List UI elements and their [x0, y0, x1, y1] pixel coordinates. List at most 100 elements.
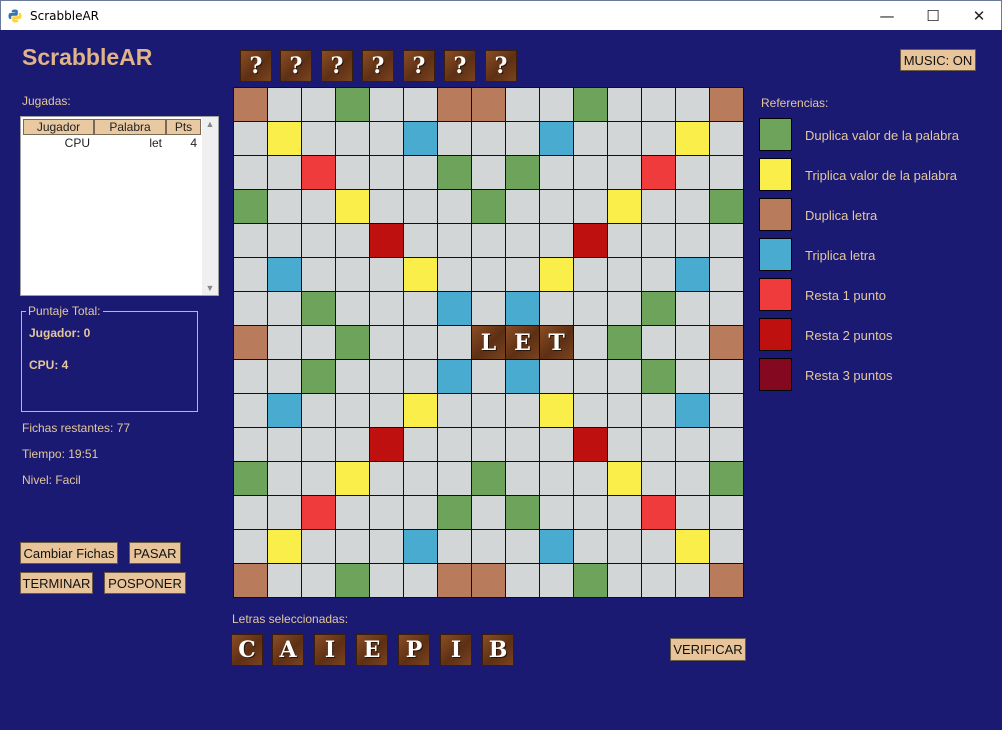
- board-cell[interactable]: [268, 326, 301, 359]
- board-cell[interactable]: [608, 88, 641, 121]
- board-cell[interactable]: [608, 428, 641, 461]
- board-cell[interactable]: [710, 360, 743, 393]
- board-cell[interactable]: [574, 190, 607, 223]
- board-cell[interactable]: [370, 190, 403, 223]
- board-cell[interactable]: [574, 530, 607, 563]
- board-cell[interactable]: [710, 428, 743, 461]
- board-cell[interactable]: [370, 530, 403, 563]
- board-cell[interactable]: [540, 292, 573, 325]
- board-cell[interactable]: [540, 564, 573, 597]
- board-cell[interactable]: [574, 156, 607, 189]
- double-letter-cell[interactable]: [234, 564, 267, 597]
- board-cell[interactable]: [438, 258, 471, 291]
- triple-word-cell[interactable]: [540, 258, 573, 291]
- board-cell[interactable]: [404, 360, 437, 393]
- triple-word-cell[interactable]: [608, 190, 641, 223]
- board-cell[interactable]: [642, 190, 675, 223]
- board-cell[interactable]: [438, 326, 471, 359]
- board-cell[interactable]: [370, 326, 403, 359]
- board-cell[interactable]: [302, 88, 335, 121]
- board-cell[interactable]: [608, 224, 641, 257]
- board-cell[interactable]: [302, 462, 335, 495]
- board-cell[interactable]: [268, 496, 301, 529]
- board-cell[interactable]: [676, 360, 709, 393]
- board-cell[interactable]: [370, 564, 403, 597]
- board-cell[interactable]: [336, 292, 369, 325]
- board-cell[interactable]: [438, 462, 471, 495]
- board-cell[interactable]: [302, 564, 335, 597]
- double-word-cell[interactable]: [506, 496, 539, 529]
- board-cell[interactable]: [642, 462, 675, 495]
- board-cell[interactable]: [506, 224, 539, 257]
- board-cell[interactable]: [710, 156, 743, 189]
- board-cell[interactable]: [234, 394, 267, 427]
- triple-letter-cell[interactable]: [540, 122, 573, 155]
- change-tiles-button[interactable]: Cambiar Fichas: [20, 542, 118, 564]
- board-cell[interactable]: [336, 258, 369, 291]
- board-cell[interactable]: [608, 360, 641, 393]
- board-cell[interactable]: [302, 326, 335, 359]
- triple-word-cell[interactable]: [268, 530, 301, 563]
- player-tile[interactable]: I: [314, 634, 346, 666]
- board-cell[interactable]: [642, 530, 675, 563]
- board-cell[interactable]: [268, 462, 301, 495]
- board-cell[interactable]: [336, 224, 369, 257]
- board-cell[interactable]: [540, 156, 573, 189]
- board-cell[interactable]: [642, 122, 675, 155]
- board-cell[interactable]: [472, 292, 505, 325]
- board-cell[interactable]: [574, 496, 607, 529]
- board-cell[interactable]: [404, 156, 437, 189]
- double-word-cell[interactable]: [710, 462, 743, 495]
- board-cell[interactable]: [506, 122, 539, 155]
- board-cell[interactable]: [574, 258, 607, 291]
- board-cell[interactable]: [676, 190, 709, 223]
- minus-two-cell[interactable]: [370, 224, 403, 257]
- board-cell[interactable]: [472, 496, 505, 529]
- board-cell[interactable]: [404, 190, 437, 223]
- triple-letter-cell[interactable]: [404, 530, 437, 563]
- board-cell[interactable]: [370, 496, 403, 529]
- board-cell[interactable]: [336, 122, 369, 155]
- close-button[interactable]: ✕: [956, 1, 1002, 31]
- board-cell[interactable]: [574, 326, 607, 359]
- board-cell[interactable]: [302, 190, 335, 223]
- triple-letter-cell[interactable]: [540, 530, 573, 563]
- double-word-cell[interactable]: [336, 564, 369, 597]
- double-letter-cell[interactable]: [710, 564, 743, 597]
- board-cell[interactable]: [268, 428, 301, 461]
- board-cell[interactable]: [642, 224, 675, 257]
- board-cell[interactable]: [642, 564, 675, 597]
- board-cell[interactable]: [676, 496, 709, 529]
- minus-two-cell[interactable]: [574, 224, 607, 257]
- board-cell[interactable]: [370, 394, 403, 427]
- board-cell[interactable]: [676, 326, 709, 359]
- triple-word-cell[interactable]: [676, 122, 709, 155]
- triple-letter-cell[interactable]: [268, 258, 301, 291]
- board-cell[interactable]: [268, 292, 301, 325]
- double-word-cell[interactable]: [336, 88, 369, 121]
- board-cell[interactable]: [608, 258, 641, 291]
- finish-button[interactable]: TERMINAR: [20, 572, 93, 594]
- triple-letter-cell[interactable]: [676, 258, 709, 291]
- triple-word-cell[interactable]: [676, 530, 709, 563]
- double-letter-cell[interactable]: [234, 326, 267, 359]
- placed-tile[interactable]: T: [540, 326, 573, 359]
- board-cell[interactable]: [472, 394, 505, 427]
- pass-button[interactable]: PASAR: [129, 542, 181, 564]
- board-cell[interactable]: [676, 88, 709, 121]
- plays-table[interactable]: Jugador Palabra Pts CPU let 4 ▲ ▼: [20, 116, 219, 296]
- board-cell[interactable]: [642, 428, 675, 461]
- double-word-cell[interactable]: [472, 190, 505, 223]
- board-cell[interactable]: [370, 360, 403, 393]
- placed-tile[interactable]: E: [506, 326, 539, 359]
- board-cell[interactable]: [302, 258, 335, 291]
- double-word-cell[interactable]: [438, 496, 471, 529]
- double-letter-cell[interactable]: [438, 88, 471, 121]
- minus-two-cell[interactable]: [370, 428, 403, 461]
- board-cell[interactable]: [642, 258, 675, 291]
- board-cell[interactable]: [336, 156, 369, 189]
- triple-word-cell[interactable]: [540, 394, 573, 427]
- board-cell[interactable]: [574, 360, 607, 393]
- board-cell[interactable]: [540, 224, 573, 257]
- column-header-points[interactable]: Pts: [166, 119, 201, 135]
